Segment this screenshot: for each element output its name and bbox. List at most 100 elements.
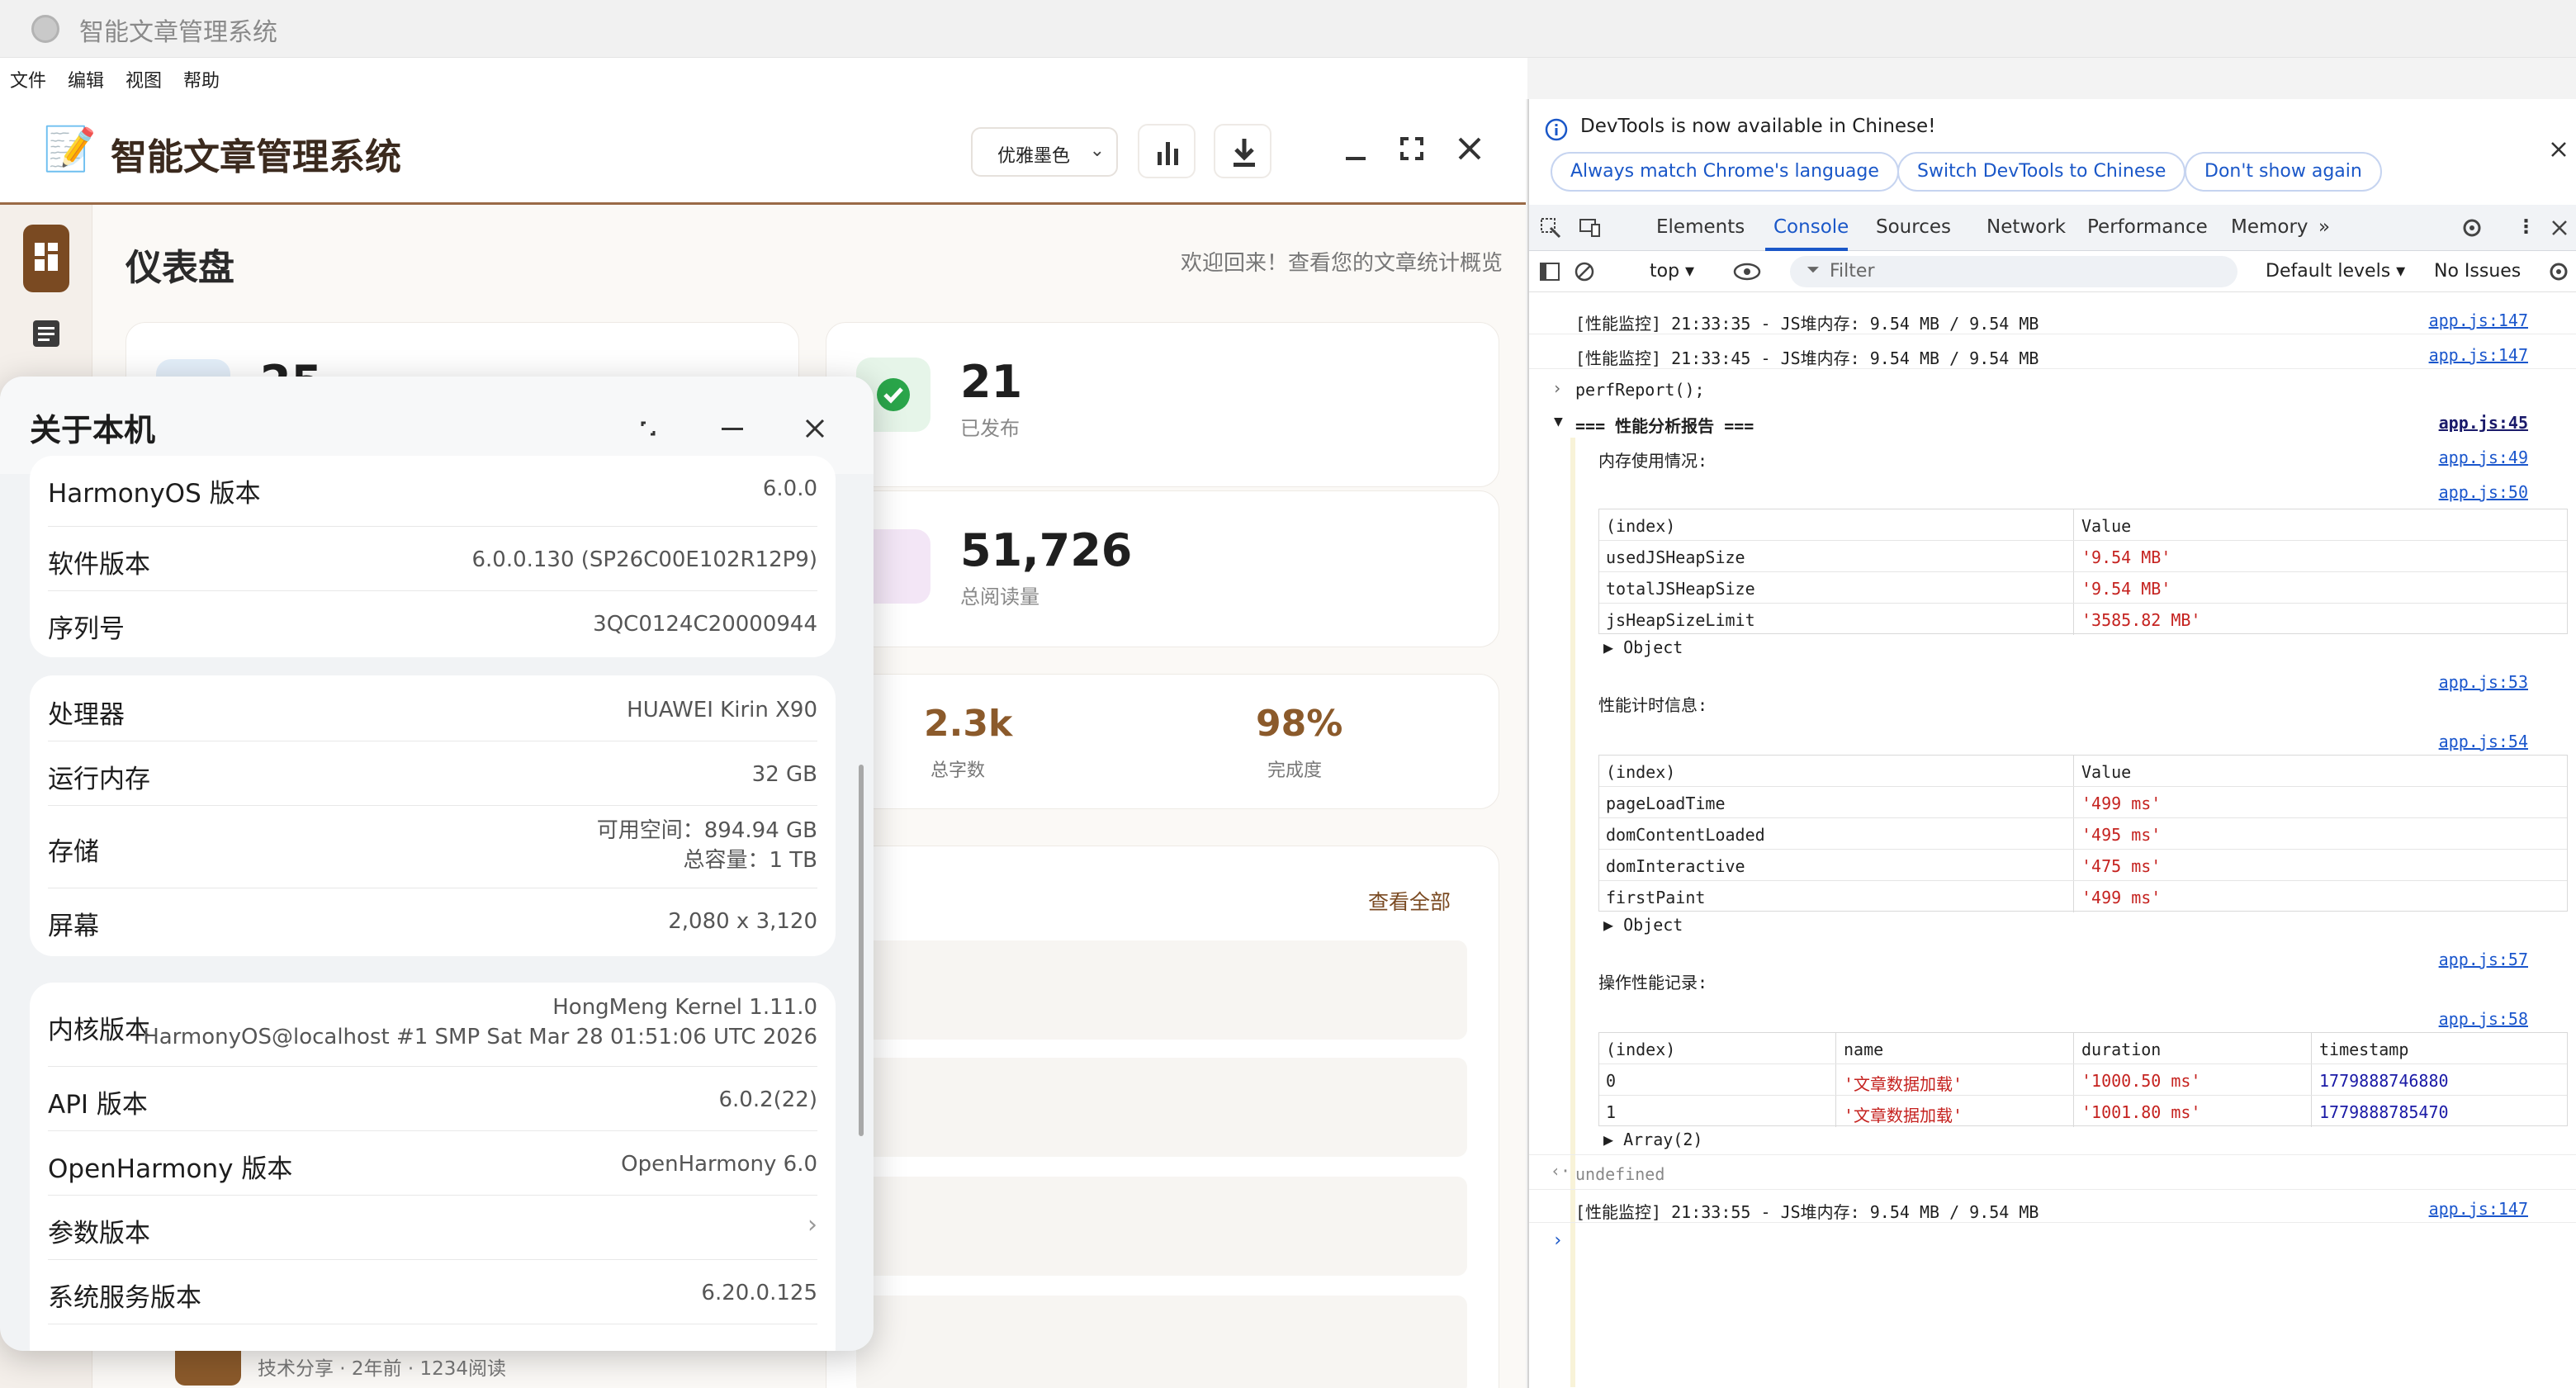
tab-console[interactable]: Console — [1773, 216, 1849, 238]
inspect-icon[interactable] — [1537, 215, 1564, 241]
divider — [1529, 1222, 2576, 1223]
table-cell: usedJSHeapSize — [1606, 547, 1745, 567]
recent-articles-card: 查看全部 — [826, 846, 1499, 1388]
article-item[interactable] — [856, 1296, 1467, 1388]
table-row: pageLoadTime '499 ms' — [1599, 787, 2567, 818]
tab-elements[interactable]: Elements — [1656, 216, 1745, 238]
article-item[interactable] — [856, 1177, 1467, 1276]
log-levels-select[interactable]: Default levels ▾ — [2266, 261, 2405, 282]
close-icon[interactable] — [794, 408, 836, 449]
more-tabs-icon[interactable]: » — [2318, 216, 2330, 238]
object-expander[interactable]: ▶ Object — [1603, 637, 1683, 657]
close-icon[interactable] — [2546, 137, 2571, 162]
article-item[interactable] — [856, 1058, 1467, 1157]
array-expander[interactable]: ▶ Array(2) — [1603, 1130, 1702, 1149]
table-header: (index) — [1606, 762, 1676, 782]
console-prompt-icon[interactable]: › — [1552, 1230, 1563, 1251]
divider — [1529, 368, 2576, 369]
context-select[interactable]: top ▾ — [1650, 261, 1694, 282]
sidebar-item-articles[interactable] — [23, 310, 69, 357]
source-link[interactable]: app.js:53 — [2439, 672, 2528, 692]
expand-triangle-icon[interactable]: ▼ — [1554, 413, 1563, 430]
about-row: 系统服务版本 6.20.0.125 — [48, 1260, 817, 1324]
memo-icon: 📝 — [43, 125, 97, 174]
table-cell: '3585.82 MB' — [2081, 610, 2201, 630]
sidebar-item-dashboard[interactable] — [23, 225, 69, 292]
close-icon[interactable] — [2546, 215, 2573, 241]
table-cell: '文章数据加载' — [1844, 1074, 1963, 1094]
gear-icon[interactable] — [2459, 215, 2485, 241]
article-item[interactable] — [856, 940, 1467, 1040]
about-key: 屏幕 — [48, 912, 99, 941]
source-link[interactable]: app.js:45 — [2439, 413, 2528, 433]
download-button[interactable] — [1214, 124, 1271, 178]
about-key: 参数版本 — [48, 1219, 150, 1248]
source-link[interactable]: app.js:54 — [2439, 732, 2528, 751]
restore-icon[interactable] — [627, 408, 669, 449]
table-row: domContentLoaded '495 ms' — [1599, 818, 2567, 850]
gear-icon[interactable] — [2546, 259, 2571, 284]
report-group-title[interactable]: === 性能分析报告 === — [1575, 413, 1754, 437]
about-key: 软件版本 — [48, 550, 150, 580]
more-options-icon[interactable]: ⋮ — [2517, 216, 2536, 238]
about-row-param[interactable]: 参数版本 › — [48, 1196, 817, 1260]
about-row: 存储 可用空间：894.94 GB 总容量：1 TB — [48, 806, 817, 888]
dont-show-again-button[interactable]: Don't show again — [2185, 152, 2382, 192]
table-row: domInteractive '475 ms' — [1599, 850, 2567, 881]
sidebar-toggle-icon[interactable] — [1537, 259, 1562, 284]
stat-card-published: 21 已发布 — [826, 322, 1499, 487]
tab-sources[interactable]: Sources — [1876, 216, 1951, 238]
console-output: [性能监控] 21:33:35 - JS堆内存: 9.54 MB / 9.54 … — [1529, 292, 2576, 1388]
table-row: usedJSHeapSize '9.54 MB' — [1599, 541, 2567, 572]
close-button[interactable] — [1445, 124, 1494, 173]
table-cell: 1779888746880 — [2319, 1071, 2449, 1091]
about-row: 序列号 3QC0124C20000944 — [48, 591, 817, 656]
device-toolbar-icon[interactable] — [1577, 215, 1603, 241]
source-link[interactable]: app.js:57 — [2439, 950, 2528, 969]
table-cell: '475 ms' — [2081, 856, 2162, 876]
theme-select-value: 优雅墨色 — [997, 146, 1071, 167]
issues-button[interactable]: No Issues — [2434, 261, 2521, 282]
minimize-icon[interactable] — [712, 408, 753, 449]
minimize-button[interactable] — [1331, 124, 1380, 173]
filter-input[interactable]: ⏷ Filter — [1790, 256, 2237, 287]
stats-button[interactable] — [1138, 124, 1196, 178]
scrollbar[interactable] — [859, 765, 864, 1136]
source-link[interactable]: app.js:50 — [2439, 482, 2528, 502]
about-value: 2,080 x 3,120 — [668, 909, 817, 934]
menu-view[interactable]: 视图 — [125, 66, 162, 92]
clear-console-icon[interactable] — [1572, 259, 1597, 284]
theme-select[interactable]: 优雅墨色 ⌄ — [971, 127, 1118, 177]
eye-icon[interactable] — [1732, 259, 1762, 284]
about-row: 处理器 HUAWEI Kirin X90 — [48, 675, 817, 741]
about-value: HUAWEI Kirin X90 — [627, 698, 817, 722]
source-link[interactable]: app.js:58 — [2439, 1009, 2528, 1029]
source-link[interactable]: app.js:49 — [2439, 448, 2528, 467]
maximize-button[interactable] — [1387, 124, 1437, 173]
about-key: 序列号 — [48, 614, 125, 644]
filter-placeholder: Filter — [1830, 261, 1875, 282]
menu-help[interactable]: 帮助 — [183, 66, 220, 92]
about-key: HarmonyOS 版本 — [48, 479, 261, 509]
tab-memory[interactable]: Memory — [2231, 216, 2308, 238]
table-header: (index) — [1606, 516, 1676, 536]
source-link[interactable]: app.js:147 — [2429, 1199, 2528, 1219]
table-cell: '499 ms' — [2081, 888, 2162, 907]
stat-reads-value: 51,726 — [960, 524, 1133, 576]
ops-section-title: 操作性能记录: — [1598, 973, 1708, 992]
match-language-button[interactable]: Always match Chrome's language — [1551, 152, 1899, 192]
table-cell: '9.54 MB' — [2081, 579, 2171, 599]
menu-edit[interactable]: 编辑 — [68, 66, 104, 92]
tab-performance[interactable]: Performance — [2087, 216, 2208, 238]
source-link[interactable]: app.js:147 — [2429, 345, 2528, 365]
table-header-row: (index) Value — [1599, 756, 2567, 787]
devtools-tabs: Elements Console Sources Network Perform… — [1529, 205, 2576, 251]
source-link[interactable]: app.js:147 — [2429, 310, 2528, 330]
switch-chinese-button[interactable]: Switch DevTools to Chinese — [1897, 152, 2186, 192]
menu-file[interactable]: 文件 — [10, 66, 46, 92]
tab-network[interactable]: Network — [1986, 216, 2066, 238]
object-expander[interactable]: ▶ Object — [1603, 915, 1683, 935]
view-all-link[interactable]: 查看全部 — [1368, 886, 1451, 916]
about-key: 内核版本 — [48, 1016, 150, 1045]
about-key: 存储 — [48, 837, 99, 867]
